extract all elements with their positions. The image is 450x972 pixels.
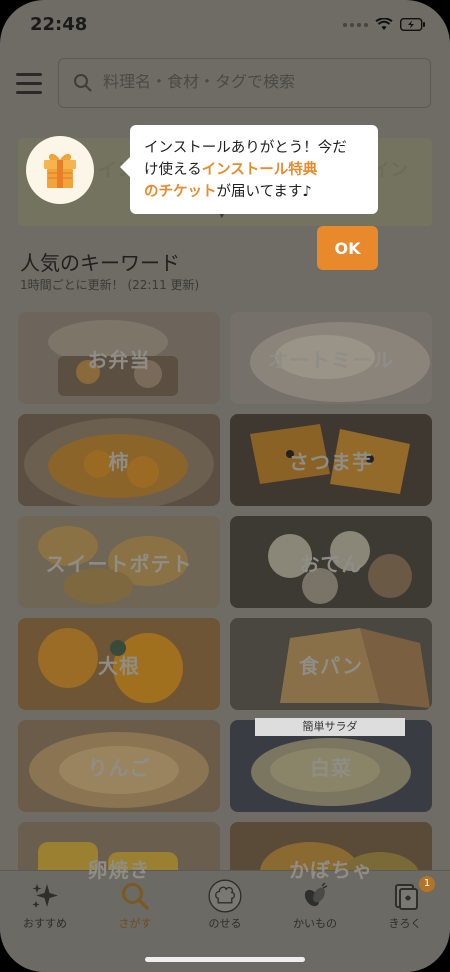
keyword-tile-oden[interactable]: おでん (230, 516, 432, 608)
card-icon (395, 884, 418, 910)
nav-label: のせる (208, 917, 242, 930)
vegetables-icon (304, 882, 328, 907)
search-icon (122, 883, 149, 910)
tooltip-line2: け使えるインストール特典 (144, 159, 366, 181)
home-indicator (145, 957, 305, 962)
keyword-label: おでん (299, 551, 363, 576)
keyword-tile-satsumaimo[interactable]: さつま芋 (230, 414, 432, 506)
keyword-label: 大根 (98, 653, 140, 678)
keyword-label: かぼちゃ (289, 857, 373, 882)
keyword-tile-kaki[interactable]: 柿 (18, 414, 220, 506)
tooltip-highlight-bonus: インストール特典 (201, 162, 318, 178)
keyword-tile-oatmeal[interactable]: オートミール (230, 312, 432, 404)
keywords-title: 人気のキーワード (20, 251, 180, 275)
gift-icon (44, 153, 76, 188)
nav-label: おすすめ (23, 917, 67, 930)
nav-label: さがす (118, 917, 152, 930)
keyword-label: さつま芋 (289, 449, 373, 474)
status-bar: 22:48 (0, 0, 450, 50)
keyword-label: 食パン (299, 653, 363, 678)
ok-button[interactable]: OK (317, 226, 378, 270)
tooltip-highlight-ticket: のチケット (144, 184, 217, 200)
keywords-update-note: 1時間ごとに更新！ (22:11 更新) (20, 278, 200, 292)
nav-label: かいもの (293, 917, 337, 930)
nav-label: きろく (388, 917, 422, 930)
app-screen: 22:48 インストール イン ▼ (0, 0, 450, 972)
tooltip-prefix: け使える (144, 162, 202, 178)
keyword-tile-obento[interactable]: お弁当 (18, 312, 220, 404)
menu-button[interactable] (16, 73, 42, 95)
nav-recommend[interactable]: おすすめ (0, 871, 90, 941)
chef-hat-icon (208, 879, 242, 913)
search-input[interactable] (103, 74, 403, 92)
keyword-label: 卵焼き (87, 857, 151, 882)
keyword-tile-daikon[interactable]: 大根 (18, 618, 220, 710)
wifi-icon (375, 18, 393, 30)
notification-badge: 1 (419, 876, 435, 892)
search-icon (74, 74, 92, 92)
keyword-label: 白菜 (310, 755, 352, 780)
keyword-tile-ringo[interactable]: りんご (18, 720, 220, 812)
gift-badge (26, 136, 94, 204)
keyword-label: 柿 (108, 449, 130, 474)
tooltip-line1: インストールありがとう！今だ (144, 140, 347, 156)
keyword-label: りんご (87, 755, 151, 780)
keyword-label: オートミール (268, 347, 394, 372)
tooltip-suffix: が届いてます♪ (216, 184, 312, 200)
sparkle-icon (32, 884, 58, 908)
search-bar[interactable] (58, 58, 431, 108)
tooltip-line3: のチケットが届いてます♪ (144, 181, 366, 203)
nav-history[interactable]: きろく (360, 871, 450, 941)
keyword-label: お弁当 (87, 347, 151, 372)
keyword-tile-sweet-potato[interactable]: スイートポテト (18, 516, 220, 608)
status-icons (343, 18, 426, 31)
install-bonus-tooltip: インストールありがとう！今だ け使えるインストール特典 のチケットが届いてます♪ (120, 125, 378, 214)
status-time: 22:48 (30, 14, 88, 35)
battery-icon (400, 18, 425, 31)
keyword-tile-shokupan[interactable]: 食パン (230, 618, 432, 710)
salad-tag: 簡単サラダ (255, 718, 405, 736)
keyword-label: スイートポテト (45, 551, 193, 576)
signal-icon (343, 22, 368, 27)
nav-post[interactable]: のせる (180, 871, 270, 941)
